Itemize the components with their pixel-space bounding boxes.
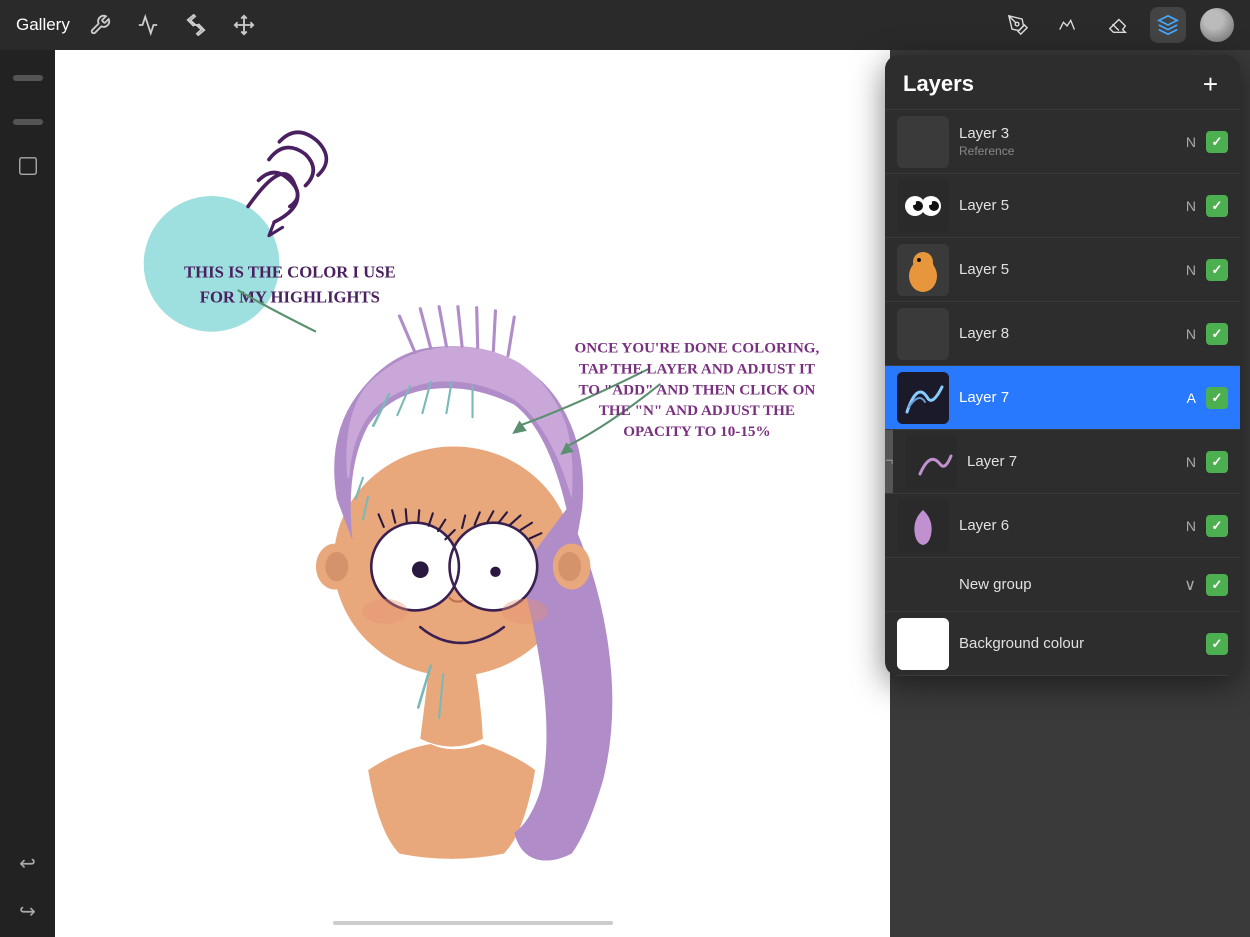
layer-visibility-check[interactable] [1206, 259, 1228, 281]
layer-info: Layer 6 [959, 517, 1186, 534]
user-avatar[interactable] [1200, 8, 1234, 42]
layer-thumbnail [897, 500, 949, 552]
ink-tool-button[interactable] [1050, 7, 1086, 43]
layer-sublabel: Reference [959, 144, 1186, 158]
background-colour-label: Background colour [959, 635, 1206, 652]
layer-row[interactable]: Layer 8 N [885, 302, 1240, 366]
sidebar-opacity [10, 104, 46, 140]
left-sidebar: ↩ ↪ [0, 50, 55, 937]
layer-row[interactable]: Layer 6 N [885, 494, 1240, 558]
layer-blend-mode[interactable]: N [1186, 454, 1196, 470]
sidebar-brush-size [10, 60, 46, 96]
layer-info: Layer 7 [967, 453, 1186, 470]
svg-text:OPACITY TO 10-15%: OPACITY TO 10-15% [623, 424, 770, 440]
eraser-tool-button[interactable] [1100, 7, 1136, 43]
layer-name: Layer 6 [959, 517, 1186, 534]
layer-thumbnail [897, 244, 949, 296]
top-toolbar: Gallery [0, 0, 1250, 50]
layer-info: Layer 8 [959, 325, 1186, 342]
layer-visibility-check[interactable] [1206, 323, 1228, 345]
gallery-button[interactable]: Gallery [16, 15, 70, 35]
layer-name: Layer 7 [959, 389, 1187, 406]
layer-name: Layer 8 [959, 325, 1186, 342]
layer-name: Layer 7 [967, 453, 1186, 470]
layer-blend-mode[interactable]: N [1186, 198, 1196, 214]
adjust-tool-button[interactable] [130, 7, 166, 43]
svg-text:THE "N" AND ADJUST THE: THE "N" AND ADJUST THE [599, 403, 795, 419]
svg-text:FOR MY HIGHLIGHTS: FOR MY HIGHLIGHTS [200, 287, 380, 306]
toolbar-left: Gallery [16, 7, 262, 43]
layer-blend-mode[interactable]: N [1186, 326, 1196, 342]
layer-visibility-check[interactable] [1206, 515, 1228, 537]
layer-row[interactable]: Г Layer 7 N [885, 430, 1240, 494]
layer-visibility-check[interactable] [1206, 195, 1228, 217]
svg-text:ONCE YOU'RE DONE COLORING,: ONCE YOU'RE DONE COLORING, [574, 341, 819, 357]
brush-size-slider[interactable] [13, 75, 43, 81]
layer-name: Layer 5 [959, 261, 1186, 278]
layer-thumbnail [897, 372, 949, 424]
layer-blend-mode[interactable]: N [1186, 518, 1196, 534]
svg-text:THIS IS THE COLOR I USE: THIS IS THE COLOR I USE [184, 262, 396, 281]
new-group-row[interactable]: New group ∨ [885, 558, 1240, 612]
toolbar-right [1000, 7, 1234, 43]
layer-thumbnail [905, 436, 957, 488]
layer-row[interactable]: Layer 5 N [885, 174, 1240, 238]
redo-button[interactable]: ↪ [10, 893, 46, 929]
layer-info: Layer 5 [959, 261, 1186, 278]
layer-blend-mode[interactable]: A [1187, 390, 1196, 406]
layer-visibility-check[interactable] [1206, 451, 1228, 473]
group-visibility-check[interactable] [1206, 574, 1228, 596]
layer-name: Layer 5 [959, 197, 1186, 214]
layers-panel: Layers + Layer 3 Reference N [885, 55, 1240, 676]
svg-text:TAP THE LAYER AND ADJUST IT: TAP THE LAYER AND ADJUST IT [579, 361, 815, 377]
background-visibility-check[interactable] [1206, 633, 1228, 655]
group-name: New group [959, 576, 1184, 593]
pen-tool-button[interactable] [1000, 7, 1036, 43]
layer-row[interactable]: Layer 3 Reference N [885, 110, 1240, 174]
layer-info: Layer 3 Reference [959, 125, 1186, 158]
group-chevron-icon[interactable]: ∨ [1184, 575, 1196, 595]
selection-tool-button[interactable] [178, 7, 214, 43]
layer-info: Layer 7 [959, 389, 1187, 406]
background-colour-row[interactable]: Background colour [885, 612, 1240, 676]
layer-name: Layer 3 [959, 125, 1186, 142]
undo-button[interactable]: ↩ [10, 845, 46, 881]
layer-visibility-check[interactable] [1206, 131, 1228, 153]
layer-thumbnail [897, 116, 949, 168]
layer-thumbnail [897, 180, 949, 232]
layer-info: Background colour [959, 635, 1206, 652]
svg-text:TO "ADD" AND THEN CLICK ON: TO "ADD" AND THEN CLICK ON [578, 382, 815, 398]
layer-row-active[interactable]: Layer 7 A [885, 366, 1240, 430]
add-layer-button[interactable]: + [1199, 71, 1222, 97]
canvas-scroll-bar [333, 921, 613, 925]
transform-tool-button[interactable] [226, 7, 262, 43]
layer-info: Layer 5 [959, 197, 1186, 214]
background-colour-thumbnail [897, 618, 949, 670]
layer-row[interactable]: Layer 5 N [885, 238, 1240, 302]
layer-blend-mode[interactable]: N [1186, 262, 1196, 278]
layers-header: Layers + [885, 55, 1240, 110]
sidebar-shape-button[interactable] [10, 148, 46, 184]
layers-tool-button[interactable] [1150, 7, 1186, 43]
opacity-slider[interactable] [13, 119, 43, 125]
wrench-tool-button[interactable] [82, 7, 118, 43]
layer-thumbnail [897, 308, 949, 360]
layer-visibility-check[interactable] [1206, 387, 1228, 409]
layer-blend-mode[interactable]: N [1186, 134, 1196, 150]
canvas-content[interactable]: THIS IS THE COLOR I USE FOR MY HIGHLIGHT… [55, 50, 890, 937]
layers-title: Layers [903, 71, 974, 97]
